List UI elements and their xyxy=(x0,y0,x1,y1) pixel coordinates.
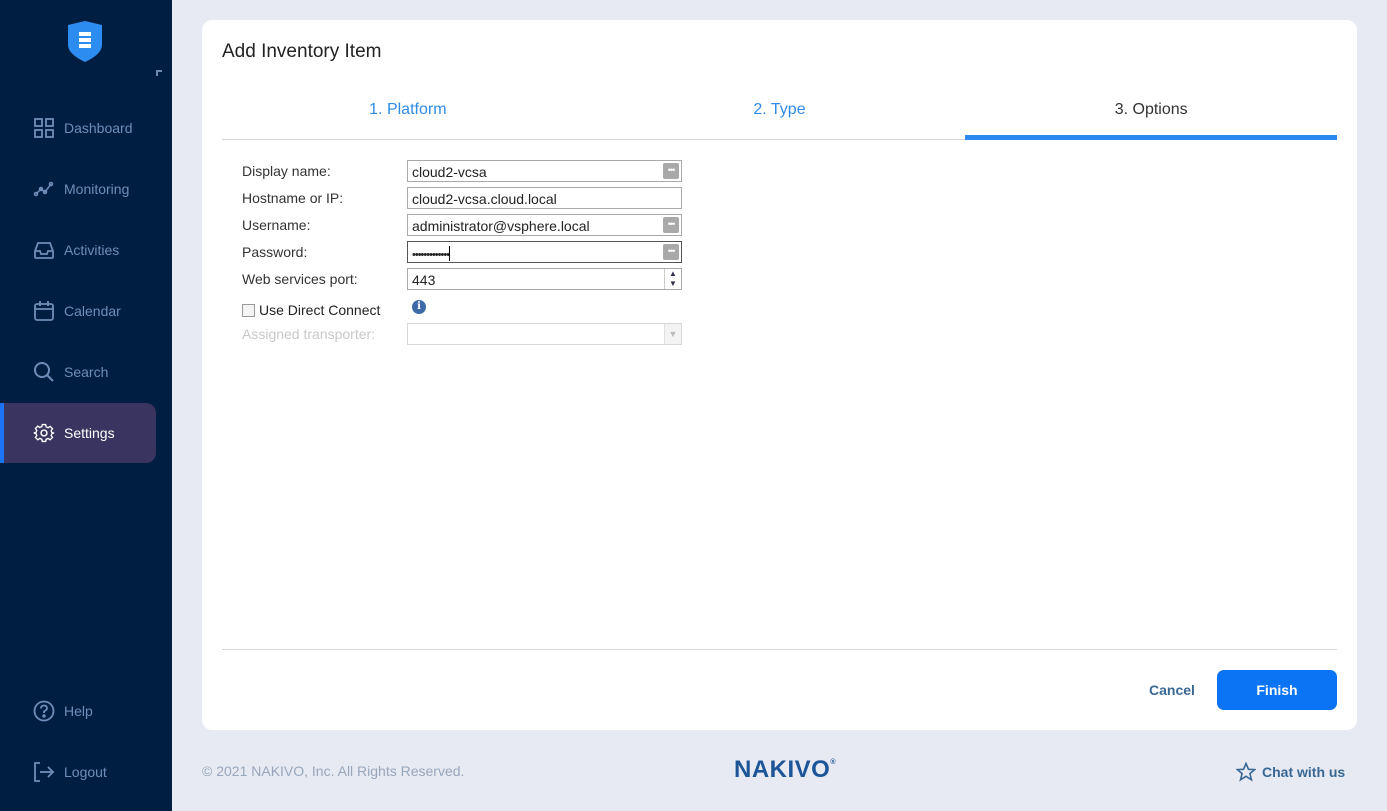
password-input[interactable]: ••••••••••••• ••• xyxy=(407,241,682,263)
username-row: Username: administrator@vsphere.local ••… xyxy=(242,214,692,236)
password-value: ••••••••••••• xyxy=(412,249,450,261)
direct-connect-label[interactable]: Use Direct Connect xyxy=(259,302,380,318)
sidebar-item-label: Monitoring xyxy=(64,181,130,197)
port-value: 443 xyxy=(412,272,436,288)
sidebar-item-monitoring[interactable]: Monitoring xyxy=(0,159,156,219)
sidebar-item-label: Settings xyxy=(64,425,115,441)
username-input[interactable]: administrator@vsphere.local ••• xyxy=(407,214,682,236)
hostname-input[interactable]: cloud2-vcsa.cloud.local xyxy=(407,187,682,209)
wizard-steps: 1. Platform 2. Type 3. Options xyxy=(222,90,1337,140)
chat-label: Chat with us xyxy=(1262,764,1346,780)
calendar-icon xyxy=(34,301,54,321)
more-options-icon[interactable]: ••• xyxy=(663,244,679,260)
port-label: Web services port: xyxy=(242,271,358,287)
sidebar: Dashboard Monitoring Activities Calendar… xyxy=(0,0,172,811)
transporter-row: Assigned transporter: ▼ xyxy=(242,323,692,345)
direct-connect-checkbox[interactable] xyxy=(242,304,255,317)
password-label: Password: xyxy=(242,244,308,260)
sidebar-item-help[interactable]: Help xyxy=(0,681,156,741)
sidebar-item-activities[interactable]: Activities xyxy=(0,220,156,280)
cancel-button[interactable]: Cancel xyxy=(1149,682,1195,698)
sidebar-item-label: Logout xyxy=(64,764,107,780)
sidebar-item-settings[interactable]: Settings xyxy=(0,403,156,463)
more-options-icon[interactable]: ••• xyxy=(663,163,679,179)
hostname-value: cloud2-vcsa.cloud.local xyxy=(412,191,557,207)
add-inventory-dialog: Add Inventory Item 1. Platform 2. Type 3… xyxy=(202,20,1357,730)
port-input[interactable]: 443 ▲ ▼ xyxy=(407,268,682,290)
display-name-label: Display name: xyxy=(242,163,331,179)
sidebar-item-label: Dashboard xyxy=(64,120,133,136)
hostname-label: Hostname or IP: xyxy=(242,190,344,206)
text-caret xyxy=(449,246,451,261)
display-name-input[interactable]: cloud2-vcsa ••• xyxy=(407,160,682,182)
decrement-icon[interactable]: ▼ xyxy=(665,279,681,289)
chevron-down-icon: ▼ xyxy=(664,324,681,344)
info-icon[interactable]: i xyxy=(412,300,426,314)
logout-icon xyxy=(34,762,55,782)
sidebar-item-label: Search xyxy=(64,364,109,380)
finish-button[interactable]: Finish xyxy=(1217,670,1337,710)
sidebar-item-dashboard[interactable]: Dashboard xyxy=(0,98,156,158)
chat-with-us-link[interactable]: Chat with us xyxy=(1236,762,1345,782)
nakivo-shield-logo-icon[interactable] xyxy=(68,21,102,62)
monitoring-chart-icon xyxy=(33,181,54,197)
display-name-row: Display name: cloud2-vcsa ••• xyxy=(242,160,692,182)
username-label: Username: xyxy=(242,217,311,233)
step-type[interactable]: 2. Type xyxy=(594,90,966,139)
sidebar-item-label: Help xyxy=(64,703,93,719)
step-options[interactable]: 3. Options xyxy=(965,90,1337,140)
divider xyxy=(222,649,1337,650)
gear-icon xyxy=(33,423,55,443)
sidebar-item-search[interactable]: Search xyxy=(0,342,156,402)
help-circle-icon xyxy=(33,700,55,722)
sidebar-item-calendar[interactable]: Calendar xyxy=(0,281,156,341)
registered-mark: ® xyxy=(830,759,837,766)
transporter-select: ▼ xyxy=(407,323,682,345)
sidebar-item-label: Activities xyxy=(64,242,120,258)
star-icon xyxy=(1236,762,1256,782)
inbox-tray-icon xyxy=(34,242,54,259)
copyright-text: © 2021 NAKIVO, Inc. All Rights Reserved. xyxy=(202,763,465,779)
password-row: Password: ••••••••••••• ••• xyxy=(242,241,692,263)
sidebar-item-logout[interactable]: Logout xyxy=(0,742,156,802)
dashboard-grid-icon xyxy=(34,118,54,138)
nakivo-brand-logo: NAKIVO® xyxy=(734,756,836,784)
increment-icon[interactable]: ▲ xyxy=(665,269,681,279)
hostname-row: Hostname or IP: cloud2-vcsa.cloud.local xyxy=(242,187,692,209)
transporter-label: Assigned transporter: xyxy=(242,326,376,342)
more-options-icon[interactable]: ••• xyxy=(663,217,679,233)
search-icon xyxy=(34,362,54,382)
collapse-sidebar-icon[interactable] xyxy=(156,70,162,76)
dialog-title: Add Inventory Item xyxy=(222,41,382,62)
sidebar-item-label: Calendar xyxy=(64,303,121,319)
display-name-value: cloud2-vcsa xyxy=(412,164,487,180)
direct-connect-row: Use Direct Connect i xyxy=(242,300,692,322)
port-stepper[interactable]: ▲ ▼ xyxy=(664,269,681,289)
brand-text: NAKIVO xyxy=(734,756,831,783)
username-value: administrator@vsphere.local xyxy=(412,218,590,234)
step-platform[interactable]: 1. Platform xyxy=(222,90,594,139)
port-row: Web services port: 443 ▲ ▼ xyxy=(242,268,692,290)
